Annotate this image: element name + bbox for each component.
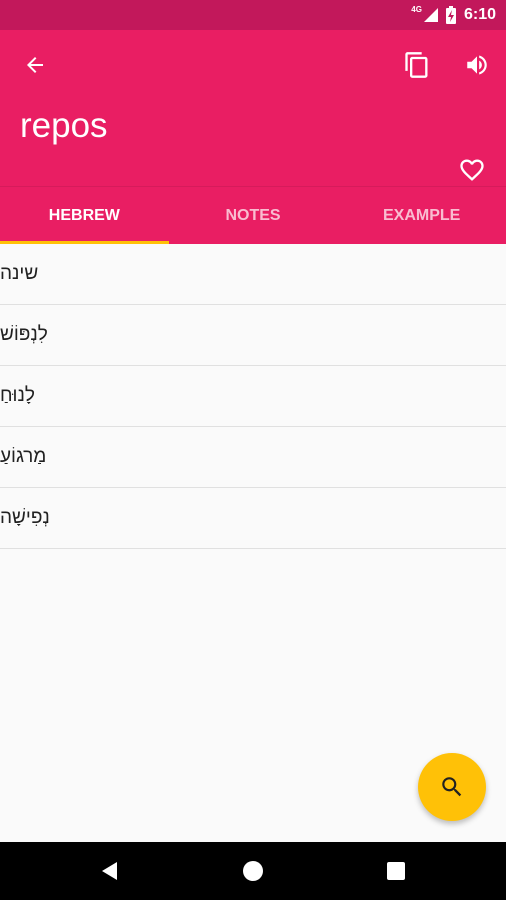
nav-recent-button[interactable] — [366, 842, 426, 900]
pronounce-button[interactable] — [455, 43, 499, 87]
copy-button[interactable] — [395, 43, 439, 87]
tab-hebrew-label: HEBREW — [48, 206, 120, 224]
nav-back-button[interactable] — [80, 842, 140, 900]
copy-icon — [405, 52, 428, 78]
back-button[interactable] — [13, 43, 57, 87]
tab-example[interactable]: EXAMPLE — [337, 187, 506, 244]
search-fab[interactable] — [418, 753, 486, 821]
tab-hebrew[interactable]: HEBREW — [0, 187, 169, 244]
status-icons: 4G 6:10 — [411, 0, 496, 30]
nav-back-icon — [102, 862, 117, 880]
signal-icon — [423, 8, 438, 22]
word-header: repos — [0, 30, 506, 186]
search-icon — [442, 777, 462, 797]
tab-notes-label: NOTES — [225, 206, 281, 224]
system-nav-bar — [0, 842, 506, 900]
nav-recent-icon — [387, 862, 405, 880]
volume-icon — [467, 55, 487, 75]
list-item[interactable]: נְפִישָׁה — [0, 488, 506, 549]
translation-list: שינה לִנְפּוֹשׁ לָנוּחַ מַרגוֹעַ נְפִישָ… — [0, 244, 506, 549]
status-bar: 4G 6:10 — [0, 0, 506, 30]
nav-home-icon — [243, 861, 263, 881]
tab-notes[interactable]: NOTES — [169, 187, 338, 244]
network-type: 4G — [411, 4, 422, 14]
word-title: repos — [20, 106, 108, 145]
list-item[interactable]: שינה — [0, 244, 506, 305]
tab-bar: HEBREW NOTES EXAMPLE — [0, 186, 506, 244]
list-item[interactable]: מַרגוֹעַ — [0, 427, 506, 488]
battery-icon — [445, 6, 456, 24]
status-time: 6:10 — [463, 6, 496, 23]
list-item[interactable]: לָנוּחַ — [0, 366, 506, 427]
arrow-back-icon — [27, 57, 43, 73]
list-item[interactable]: לִנְפּוֹשׁ — [0, 305, 506, 366]
nav-home-button[interactable] — [223, 842, 283, 900]
tab-example-label: EXAMPLE — [383, 206, 461, 224]
heart-outline-icon — [460, 159, 484, 181]
